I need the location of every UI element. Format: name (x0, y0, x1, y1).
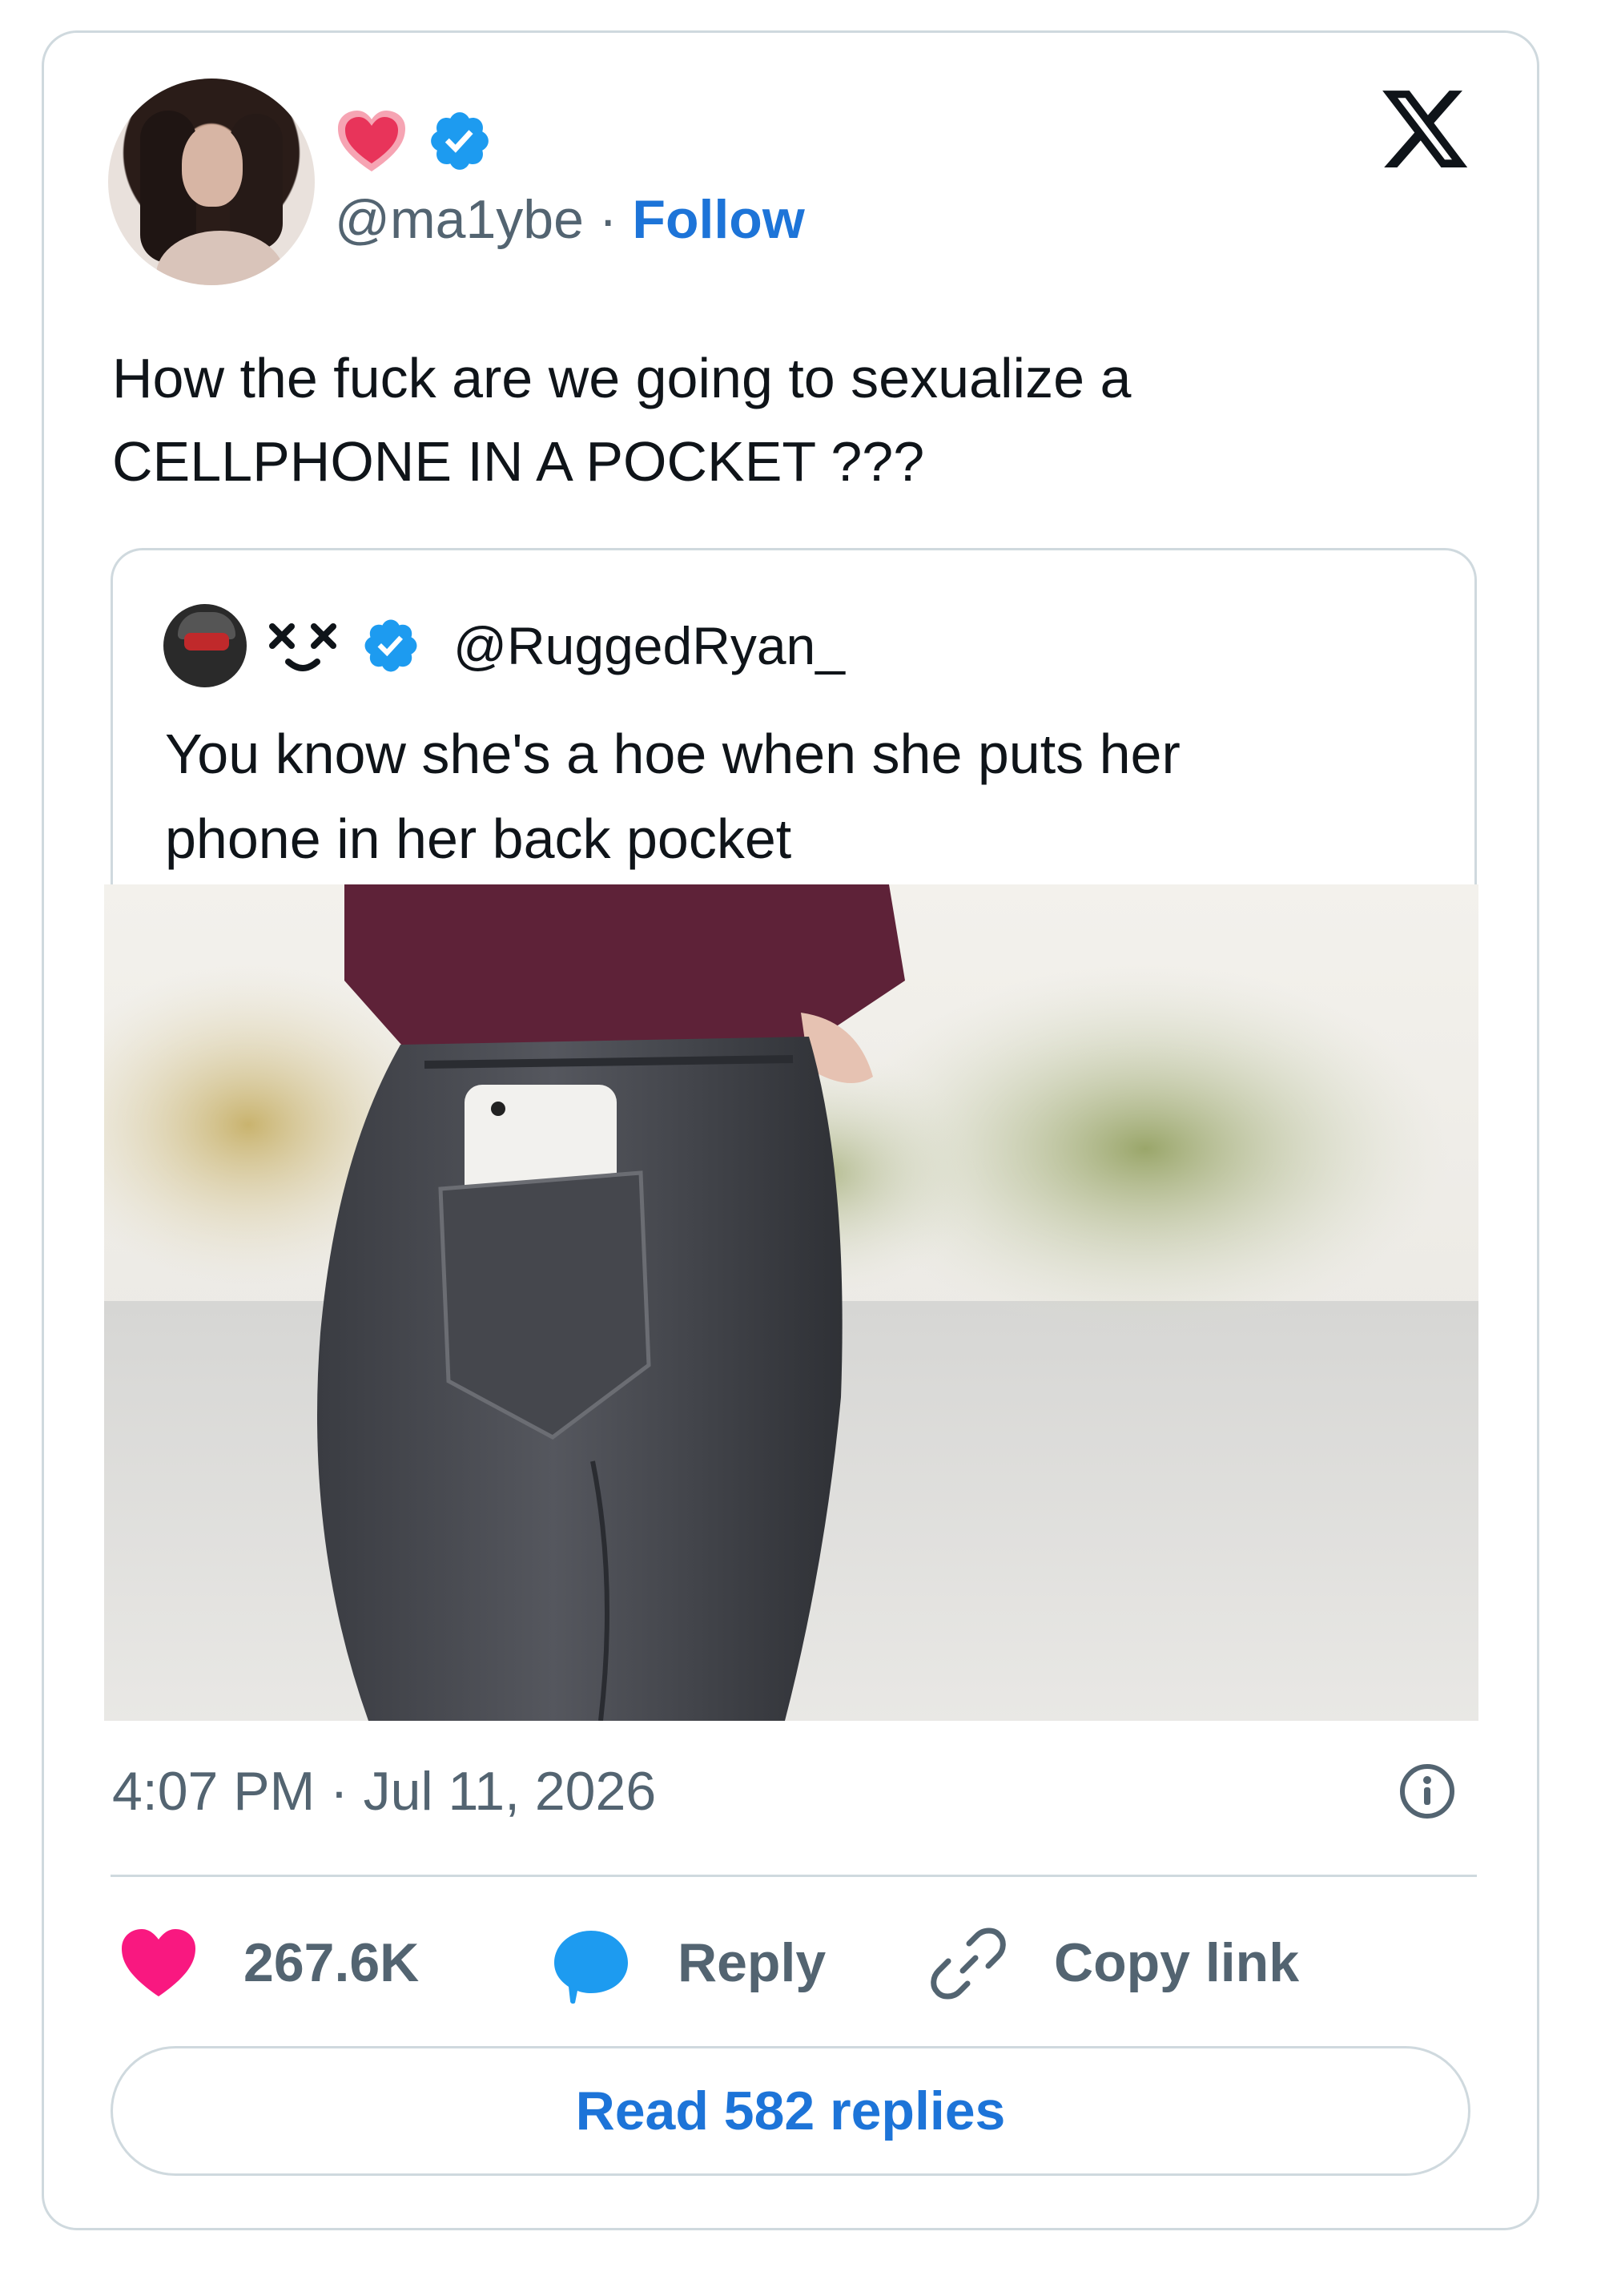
copy-link-button[interactable]: Copy link (1054, 1931, 1299, 1995)
quoted-text-line-1: You know she's a hoe when she puts her (165, 723, 1181, 785)
author-handle[interactable]: @ma1ybe (335, 189, 584, 250)
tweet-photo[interactable] (104, 884, 1478, 1721)
author-handle-row: @ma1ybe · Follow (335, 191, 805, 248)
heart-badge-icon (338, 111, 405, 171)
quoted-author-avatar[interactable] (163, 604, 247, 687)
photo-jeans-pocket-phone (104, 884, 1478, 1721)
like-count[interactable]: 267.6K (243, 1931, 419, 1995)
x-logo-icon[interactable] (1378, 82, 1472, 176)
follow-button[interactable]: Follow (632, 189, 804, 250)
read-replies-button[interactable]: Read 582 replies (111, 2046, 1470, 2176)
tweet-text-line-2: CELLPHONE IN A POCKET ??? (112, 430, 925, 493)
tweet-timestamp[interactable]: 4:07 PM · Jul 11, 2026 (112, 1759, 656, 1823)
xx-face-emoji-icon (269, 623, 336, 671)
quoted-handle[interactable]: @RuggedRyan_ (453, 615, 845, 676)
reply-button[interactable]: Reply (678, 1931, 826, 1995)
tweet-text: How the fuck are we going to sexualize a… (112, 336, 1426, 503)
info-icon[interactable] (1398, 1762, 1456, 1820)
reply-icon[interactable] (551, 1926, 631, 2006)
quoted-verified-icon (364, 619, 417, 672)
separator-dot: · (598, 189, 617, 250)
link-icon[interactable] (931, 1926, 1006, 2001)
divider (111, 1875, 1477, 1877)
tweet-text-line-1: How the fuck are we going to sexualize a (112, 347, 1132, 409)
verified-icon (431, 112, 489, 170)
quoted-text: You know she's a hoe when she puts her p… (165, 711, 1414, 881)
quoted-text-line-2: phone in her back pocket (165, 808, 792, 870)
like-icon[interactable] (120, 1927, 197, 1998)
author-avatar[interactable] (108, 79, 315, 285)
